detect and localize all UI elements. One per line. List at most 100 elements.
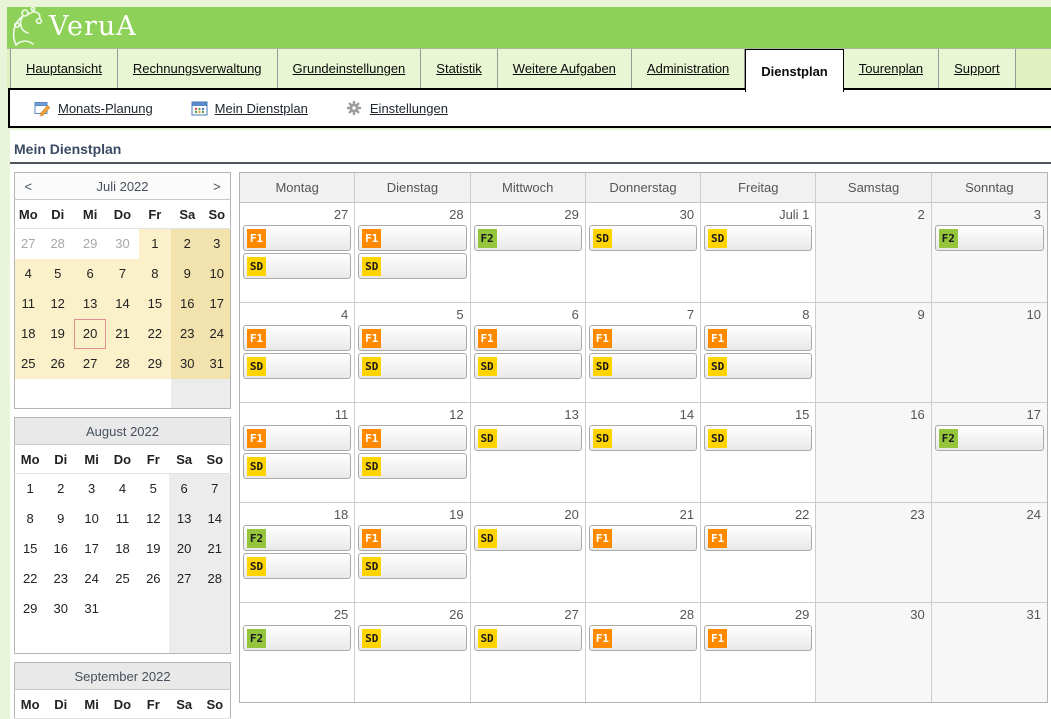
shift-entry[interactable]: SD — [589, 225, 697, 251]
mini-day-cell[interactable]: 25 — [15, 349, 42, 379]
shift-entry[interactable]: SD — [474, 353, 582, 379]
mini-day-cell[interactable]: 30 — [171, 349, 203, 379]
shift-entry[interactable]: F1 — [589, 625, 697, 651]
prev-month-button[interactable]: < — [15, 173, 42, 200]
shift-entry[interactable]: F2 — [935, 225, 1044, 251]
subnav-item-monats-planung[interactable]: Monats-Planung — [34, 100, 153, 117]
shift-entry[interactable]: SD — [474, 525, 582, 551]
shift-entry[interactable]: F1 — [704, 325, 812, 351]
shift-entry[interactable]: SD — [243, 253, 351, 279]
subnav-item-mein-dienstplan[interactable]: Mein Dienstplan — [191, 100, 308, 117]
mini-day-cell[interactable]: 4 — [15, 259, 42, 289]
mini-day-cell[interactable]: 6 — [74, 259, 106, 289]
mini-day-cell[interactable]: 12 — [138, 504, 169, 534]
mini-day-cell[interactable]: 11 — [107, 504, 138, 534]
mini-day-cell[interactable]: 12 — [42, 289, 74, 319]
mini-day-cell[interactable]: 9 — [171, 259, 203, 289]
mini-day-cell[interactable]: 27 — [15, 229, 42, 259]
tab-hauptansicht[interactable]: Hauptansicht — [10, 49, 118, 88]
mini-day-cell[interactable]: 8 — [15, 504, 46, 534]
mini-day-cell[interactable]: 1 — [15, 474, 46, 504]
mini-day-cell[interactable]: 28 — [200, 564, 231, 594]
tab-support[interactable]: Support — [939, 49, 1016, 88]
mini-day-cell[interactable]: 26 — [138, 564, 169, 594]
shift-entry[interactable]: SD — [358, 553, 466, 579]
shift-entry[interactable]: SD — [243, 553, 351, 579]
shift-entry[interactable]: F1 — [243, 425, 351, 451]
shift-entry[interactable]: F1 — [358, 225, 466, 251]
shift-entry[interactable]: SD — [358, 253, 466, 279]
mini-day-today[interactable]: 20 — [74, 319, 106, 349]
mini-day-cell[interactable]: 27 — [169, 564, 200, 594]
shift-entry[interactable]: F1 — [358, 325, 466, 351]
mini-day-cell[interactable]: 2 — [171, 229, 203, 259]
shift-entry[interactable]: SD — [589, 353, 697, 379]
shift-entry[interactable]: SD — [358, 625, 466, 651]
shift-entry[interactable]: F1 — [589, 525, 697, 551]
shift-entry[interactable]: SD — [243, 453, 351, 479]
mini-day-cell[interactable]: 7 — [106, 259, 138, 289]
mini-day-cell[interactable]: 31 — [204, 349, 231, 379]
shift-entry[interactable]: F2 — [243, 525, 351, 551]
tab-statistik[interactable]: Statistik — [421, 49, 498, 88]
mini-day-cell[interactable]: 3 — [76, 474, 107, 504]
tab-administration[interactable]: Administration — [632, 49, 745, 88]
mini-day-cell[interactable]: 15 — [15, 534, 46, 564]
shift-entry[interactable]: F1 — [589, 325, 697, 351]
mini-day-cell[interactable]: 17 — [204, 289, 231, 319]
mini-day-cell[interactable]: 14 — [106, 289, 138, 319]
mini-day-cell[interactable]: 28 — [42, 229, 74, 259]
mini-day-cell[interactable]: 19 — [138, 534, 169, 564]
mini-day-cell[interactable]: 8 — [139, 259, 171, 289]
mini-day-cell[interactable]: 24 — [76, 564, 107, 594]
mini-day-cell[interactable]: 13 — [169, 504, 200, 534]
mini-day-cell[interactable]: 10 — [204, 259, 231, 289]
shift-entry[interactable]: F2 — [243, 625, 351, 651]
mini-day-cell[interactable]: 17 — [76, 534, 107, 564]
mini-day-cell[interactable]: 7 — [200, 474, 231, 504]
next-month-button[interactable]: > — [204, 173, 231, 200]
tab-tourenplan[interactable]: Tourenplan — [844, 49, 939, 88]
mini-day-cell[interactable]: 27 — [74, 349, 106, 379]
shift-entry[interactable]: F1 — [243, 325, 351, 351]
shift-entry[interactable]: SD — [474, 625, 582, 651]
mini-day-cell[interactable]: 29 — [139, 349, 171, 379]
mini-day-cell[interactable]: 18 — [15, 319, 42, 349]
mini-day-cell[interactable]: 30 — [106, 229, 138, 259]
shift-entry[interactable]: SD — [474, 425, 582, 451]
shift-entry[interactable]: SD — [704, 353, 812, 379]
mini-day-cell[interactable]: 21 — [106, 319, 138, 349]
shift-entry[interactable]: F1 — [243, 225, 351, 251]
mini-day-cell[interactable]: 16 — [171, 289, 203, 319]
tab-weitere-aufgaben[interactable]: Weitere Aufgaben — [498, 49, 632, 88]
mini-day-cell[interactable]: 5 — [42, 259, 74, 289]
mini-day-cell[interactable]: 2 — [45, 474, 76, 504]
mini-day-cell[interactable]: 19 — [42, 319, 74, 349]
tab-dienstplan[interactable]: Dienstplan — [745, 49, 843, 92]
mini-day-cell[interactable]: 23 — [171, 319, 203, 349]
mini-day-cell[interactable]: 18 — [107, 534, 138, 564]
mini-day-cell[interactable]: 20 — [169, 534, 200, 564]
mini-day-cell[interactable]: 10 — [76, 504, 107, 534]
shift-entry[interactable]: SD — [589, 425, 697, 451]
shift-entry[interactable]: F1 — [704, 625, 812, 651]
mini-day-cell[interactable]: 28 — [106, 349, 138, 379]
mini-day-cell[interactable]: 21 — [200, 534, 231, 564]
mini-day-cell[interactable]: 15 — [139, 289, 171, 319]
mini-day-cell[interactable]: 14 — [200, 504, 231, 534]
shift-entry[interactable]: F2 — [935, 425, 1044, 451]
mini-day-cell[interactable]: 23 — [45, 564, 76, 594]
shift-entry[interactable]: SD — [243, 353, 351, 379]
subnav-item-einstellungen[interactable]: Einstellungen — [346, 100, 448, 117]
mini-day-cell[interactable]: 9 — [45, 504, 76, 534]
shift-entry[interactable]: SD — [358, 453, 466, 479]
mini-day-cell[interactable]: 24 — [204, 319, 231, 349]
mini-day-cell[interactable]: 6 — [169, 474, 200, 504]
tab-rechnungsverwaltung[interactable]: Rechnungsverwaltung — [118, 49, 278, 88]
mini-day-cell[interactable]: 29 — [74, 229, 106, 259]
tab-grundeinstellungen[interactable]: Grundeinstellungen — [278, 49, 422, 88]
shift-entry[interactable]: SD — [704, 425, 812, 451]
mini-day-cell[interactable]: 13 — [74, 289, 106, 319]
mini-day-cell[interactable]: 26 — [42, 349, 74, 379]
mini-day-cell[interactable]: 3 — [204, 229, 231, 259]
